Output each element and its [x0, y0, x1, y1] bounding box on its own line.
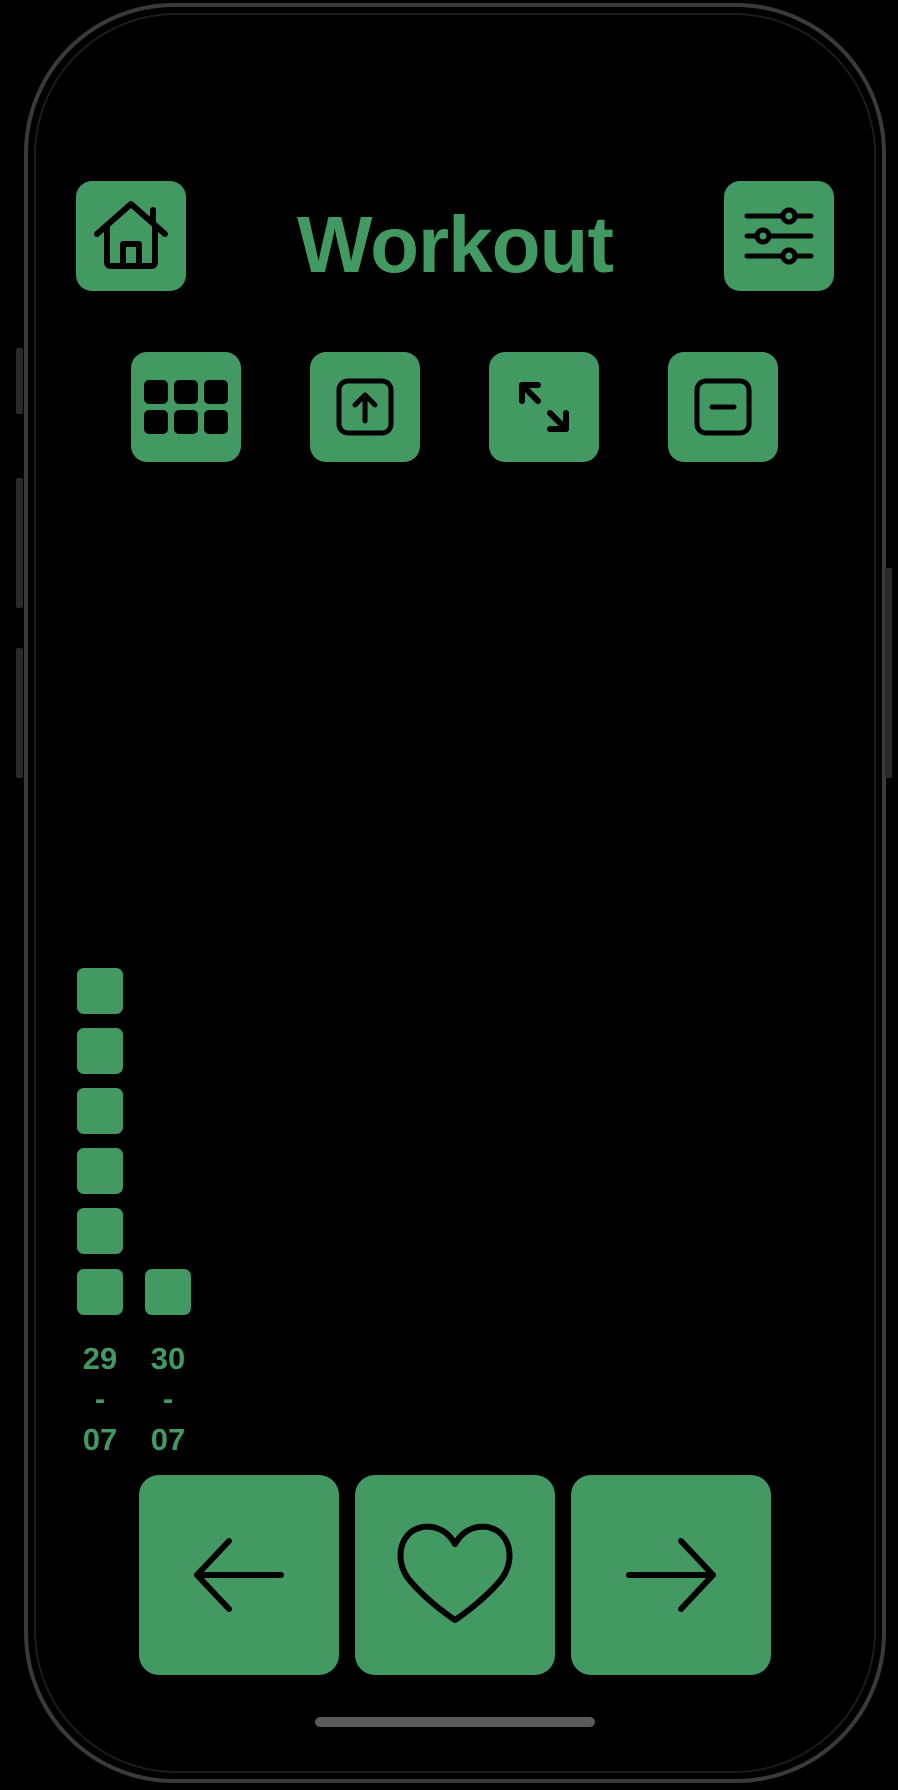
history-cell — [77, 1028, 123, 1074]
history-cell — [77, 1088, 123, 1134]
home-button[interactable] — [76, 181, 186, 291]
next-button[interactable] — [571, 1475, 771, 1675]
history-cell — [77, 1208, 123, 1254]
favorite-button[interactable] — [355, 1475, 555, 1675]
expand-arrows-icon — [514, 377, 574, 437]
grid-view-button[interactable] — [131, 352, 241, 462]
upload-box-icon — [335, 377, 395, 437]
history-cell — [77, 968, 123, 1014]
date-day: 30 — [150, 1341, 186, 1376]
history-cell — [145, 1269, 191, 1315]
history-cell — [77, 1148, 123, 1194]
previous-button[interactable] — [139, 1475, 339, 1675]
app-screen: Workout 29 - 07 30 - 07 — [0, 0, 898, 1790]
heart-icon — [395, 1520, 515, 1630]
upload-button[interactable] — [310, 352, 420, 462]
collapse-button[interactable] — [668, 352, 778, 462]
date-separator: - — [94, 1381, 106, 1416]
minus-box-icon — [693, 377, 753, 437]
page-title: Workout — [297, 200, 614, 289]
date-month: 07 — [82, 1422, 118, 1457]
grid-icon — [142, 378, 230, 436]
history-cell — [77, 1269, 123, 1315]
sliders-icon — [741, 206, 817, 266]
settings-button[interactable] — [724, 181, 834, 291]
date-day: 29 — [82, 1341, 118, 1376]
date-month: 07 — [150, 1422, 186, 1457]
arrow-left-icon — [191, 1535, 287, 1615]
expand-button[interactable] — [489, 352, 599, 462]
home-indicator[interactable] — [315, 1717, 595, 1727]
date-separator: - — [162, 1381, 174, 1416]
arrow-right-icon — [623, 1535, 719, 1615]
house-icon — [91, 196, 171, 276]
